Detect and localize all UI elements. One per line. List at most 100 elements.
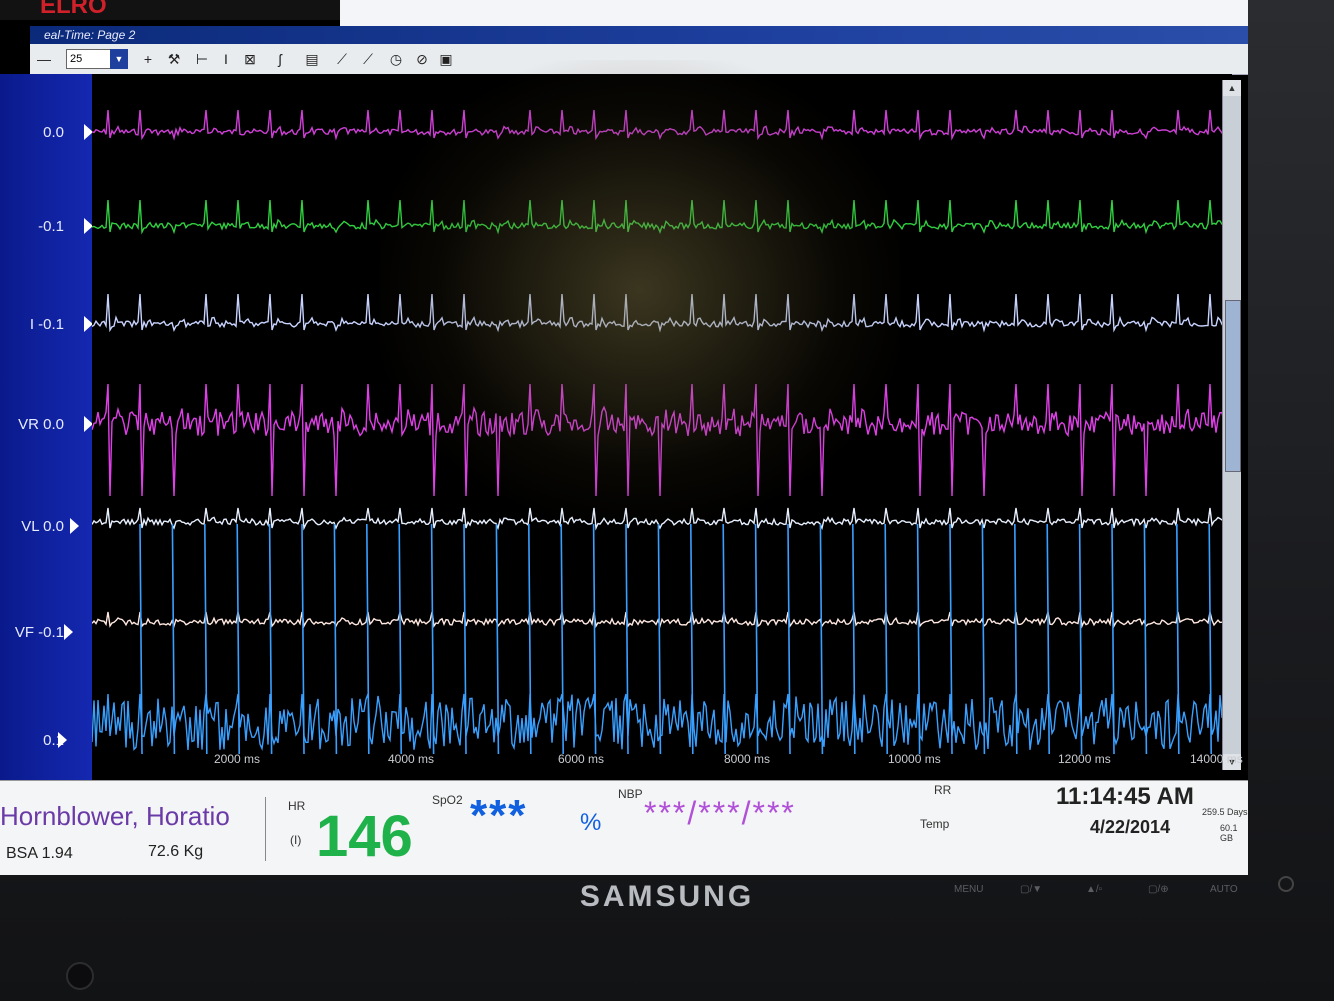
monitor-screen: ELRO eal-Time: Page 2 — 25 ▼ + ⚒ ⊢ I ⊠ ʃ… [0,0,1248,875]
title-bar: ELRO [0,0,340,20]
channel-label-1: 0.0 [43,124,64,141]
scroll-up-icon[interactable]: ▲ [1223,80,1241,96]
spo2-unit: % [580,809,602,836]
channel-label-3: I -0.1 [29,316,64,333]
temp-label: Temp [920,817,950,831]
ecg-spike [657,523,662,755]
ecg-spike [949,523,953,755]
ecg-trace-4 [92,383,1232,497]
ecg-spike [592,523,597,755]
ecg-spike [560,523,564,755]
ecg-spike [754,523,759,755]
ecg-spike [236,523,240,755]
stop-icon[interactable]: ▣ [436,49,456,69]
time-tick-label: 6000 ms [558,752,605,766]
time-tick-label: 10000 ms [888,752,941,766]
ecg-spike [139,523,143,755]
chevron-down-icon[interactable]: ▼ [110,49,128,69]
ecg-spike [981,523,986,755]
ecg-spike [366,523,370,755]
channel-label-5: VL 0.0 [21,518,64,535]
waveform-area [92,74,1232,780]
printer-icon[interactable]: ▤ [302,49,322,69]
ecg-spike [787,523,791,755]
ecg-spike [884,523,888,755]
plus-icon[interactable]: + [138,49,158,69]
ecg-spike [1111,523,1115,755]
no-icon[interactable]: ⊘ [412,49,432,69]
ecg-spike [1208,523,1212,755]
channel-label-7: 0.1 [43,732,64,749]
ecg-spike [430,523,435,755]
recording-days: 259.5 Days [1202,807,1248,817]
ecg-spike [204,523,208,755]
nbp-label: NBP [618,787,643,801]
clock-date: 4/22/2014 [1090,817,1171,837]
ruler2-icon[interactable]: ⟋ [358,49,378,69]
monitor-button-4[interactable]: ▢/⊕ [1148,884,1169,895]
ecg-trace-7 [92,693,1232,751]
time-tick-label: 8000 ms [724,752,771,766]
ecg-spike [1014,523,1018,755]
scroll-thumb[interactable] [1225,300,1241,472]
app-title: ELRO [40,0,107,19]
channel-marker-icon[interactable] [70,518,79,534]
power-icon[interactable] [1278,876,1294,892]
hr-label: HR [288,799,306,813]
monitor-menu-button[interactable]: MENU [954,884,983,895]
ecg-spike [398,523,402,755]
time-tick-label: 12000 ms [1058,752,1111,766]
rr-label: RR [934,783,952,797]
minus-icon[interactable]: — [34,49,54,69]
ecg-spike [1046,523,1050,755]
channel-marker-icon[interactable] [64,624,73,640]
spo2-label: SpO2 [432,793,463,807]
monitor-auto-button[interactable]: AUTO [1210,884,1238,895]
patient-name: Hornblower, Horatio [0,801,230,831]
ecg-spike [625,523,629,755]
ruler-icon[interactable]: ⟋ [332,49,352,69]
ecg-spike [301,523,305,755]
patient-info: Hornblower, Horatio BSA 1.94 72.6 Kg [0,797,266,862]
hr-lead: (I) [290,833,302,847]
monitor-brand: SAMSUNG [579,880,755,913]
ibeam-icon[interactable]: I [216,49,236,69]
clock-time: 11:14:45 AM [1056,783,1194,810]
signal-icon[interactable]: ʃ [270,49,290,69]
vertical-scrollbar[interactable]: ▲ ▼ [1222,80,1241,770]
channel-label-6: VF -0.1 [14,624,64,641]
ecg-spike [463,523,467,755]
clock-icon[interactable]: ◷ [386,49,406,69]
ecg-spike [916,523,921,755]
grid-icon[interactable]: ⊠ [240,49,260,69]
toolbar: — 25 ▼ + ⚒ ⊢ I ⊠ ʃ ▤ ⟋ ⟋ ◷ ⊘ ▣ [30,44,1248,75]
disk-space: 60.1 GB [1220,823,1238,843]
ecg-trace-6 [92,611,1232,629]
ecg-trace-5 [92,507,1232,531]
hr-value: 146 [316,804,413,869]
ecg-trace-3 [92,293,1232,333]
time-tick-label: 4000 ms [388,752,435,766]
patient-bsa: BSA 1.94 [6,845,73,862]
ecg-spike [819,523,824,755]
vitals-status-bar: Hornblower, Horatio BSA 1.94 72.6 Kg HR … [0,780,1248,875]
channel-marker-icon[interactable] [58,732,67,748]
time-tick-label: 14000 ms [1190,752,1243,766]
monitor-button-2[interactable]: ▢/▼ [1020,884,1042,895]
spo2-value: *** [470,791,528,840]
channel-label-2: -0.1 [38,218,64,235]
ecg-spike [268,523,273,755]
ecg-spike [1078,523,1083,755]
time-tick-label: 2000 ms [214,752,261,766]
ecg-trace-1 [92,109,1232,141]
ambient-sensor [66,962,94,990]
window-caption: eal-Time: Page 2 [30,26,1248,44]
top-bar [340,0,1248,28]
monitor-button-3[interactable]: ▲/▫ [1086,884,1102,895]
tools-icon[interactable]: ⚒ [164,49,184,69]
ecg-spike [1143,523,1148,755]
caliper-icon[interactable]: ⊢ [192,49,212,69]
channel-label-4: VR 0.0 [18,416,64,433]
ecg-trace-2 [92,199,1232,235]
nbp-value: ***/***/*** [644,795,796,831]
